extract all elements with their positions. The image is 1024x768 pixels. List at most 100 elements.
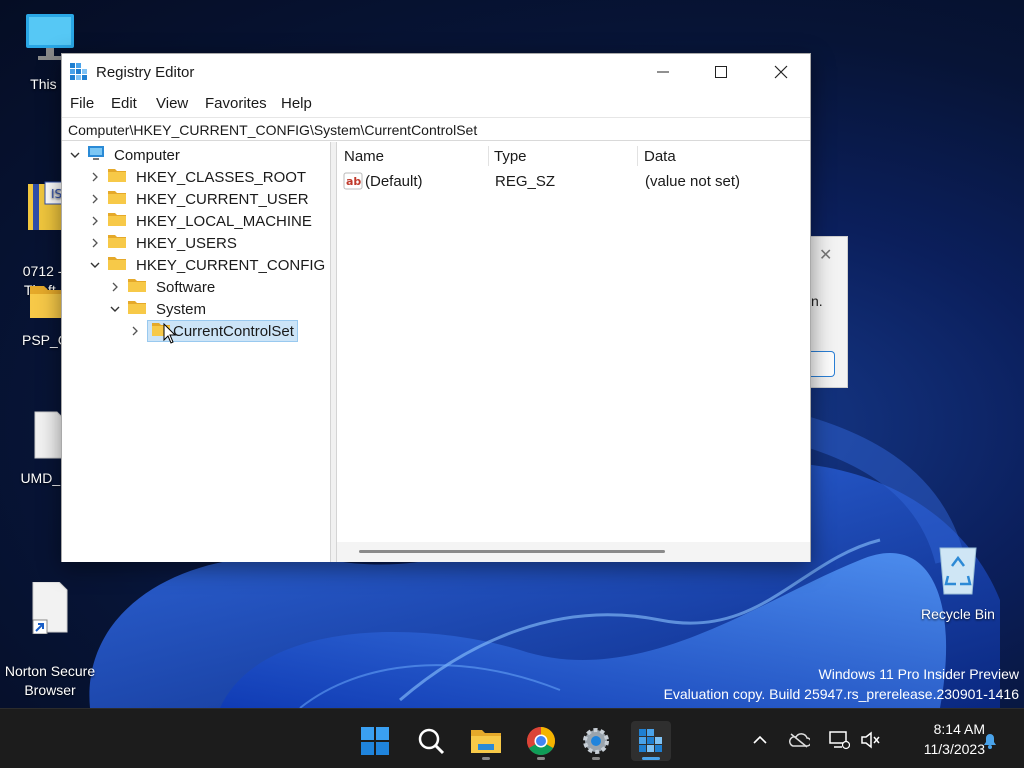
menu-edit[interactable]: Edit xyxy=(111,95,137,112)
menu-favorites[interactable]: Favorites xyxy=(205,95,267,112)
folder-icon xyxy=(107,167,127,187)
column-header-type[interactable]: Type xyxy=(494,148,527,165)
minimize-button[interactable] xyxy=(634,54,692,90)
shortcut-file-icon xyxy=(0,563,100,639)
chevron-down-icon[interactable] xyxy=(107,301,123,317)
value-row[interactable]: ab (Default) REG_SZ (value not set) xyxy=(343,170,803,192)
system-clock[interactable]: 8:14 AM 11/3/2023 xyxy=(895,719,985,759)
show-hidden-icons-button[interactable] xyxy=(749,729,771,751)
search-button[interactable] xyxy=(411,721,451,761)
column-header-name[interactable]: Name xyxy=(344,148,384,165)
column-header-data[interactable]: Data xyxy=(644,148,676,165)
desktop-icon-label: Norton Secure Browser xyxy=(4,663,96,698)
close-icon[interactable]: ✕ xyxy=(819,245,832,265)
title-bar[interactable]: Registry Editor xyxy=(62,54,810,90)
menu-bar: File Edit View Favorites Help xyxy=(62,90,810,116)
onedrive-icon xyxy=(789,733,810,748)
file-explorer-button[interactable] xyxy=(466,721,506,761)
window-title: Registry Editor xyxy=(96,64,195,81)
active-indicator xyxy=(642,757,660,760)
scrollbar-thumb[interactable] xyxy=(359,550,665,553)
settings-button[interactable] xyxy=(576,721,616,761)
desktop-icon-recycle-bin[interactable]: Recycle Bin xyxy=(908,542,1008,624)
notifications-button[interactable] xyxy=(979,729,1001,751)
registry-editor-window[interactable]: Registry Editor File Edit View Favorites… xyxy=(61,53,811,562)
value-data: (value not set) xyxy=(645,173,741,190)
folder-icon xyxy=(107,233,127,253)
tree-item-system[interactable]: System xyxy=(107,298,211,320)
running-indicator xyxy=(592,757,600,760)
registry-editor-taskbar-button[interactable] xyxy=(631,721,671,761)
chrome-icon xyxy=(527,727,555,755)
chevron-down-icon[interactable] xyxy=(67,147,83,163)
tree-item-label: HKEY_CURRENT_CONFIG xyxy=(136,256,326,274)
tree-item-label: HKEY_LOCAL_MACHINE xyxy=(136,212,312,230)
values-list-pane[interactable]: Name Type Data ab (Default) REG_SZ (valu… xyxy=(337,142,810,562)
tree-item-hkey-local-machine[interactable]: HKEY_LOCAL_MACHINE xyxy=(87,210,317,232)
watermark-line1: Windows 11 Pro Insider Preview xyxy=(818,666,1019,682)
tree-item-label: Computer xyxy=(114,146,180,164)
folder-icon xyxy=(107,255,127,275)
network-button[interactable] xyxy=(828,729,850,751)
chevron-up-icon xyxy=(753,735,767,744)
menu-help[interactable]: Help xyxy=(281,95,312,112)
dialog-text: n. xyxy=(811,293,823,309)
chevron-right-icon[interactable] xyxy=(87,213,103,229)
tree-item-currentcontrolset[interactable]: CurrentControlSet xyxy=(127,320,298,342)
registry-editor-icon xyxy=(639,729,662,752)
bell-icon xyxy=(984,734,996,749)
value-type: REG_SZ xyxy=(495,173,556,190)
registry-editor-icon xyxy=(70,63,88,86)
mouse-cursor-icon xyxy=(163,322,177,350)
start-button[interactable] xyxy=(355,721,395,761)
folder-icon xyxy=(107,211,127,231)
file-explorer-icon xyxy=(471,730,501,753)
onedrive-button[interactable] xyxy=(788,729,810,751)
chevron-right-icon[interactable] xyxy=(107,279,123,295)
chrome-button[interactable] xyxy=(521,721,561,761)
menu-view[interactable]: View xyxy=(156,95,188,112)
desktop-icon-label: Recycle Bin xyxy=(921,606,995,622)
chevron-right-icon[interactable] xyxy=(87,169,103,185)
close-icon xyxy=(774,65,788,79)
address-bar[interactable]: Computer\HKEY_CURRENT_CONFIG\System\Curr… xyxy=(62,117,810,141)
tree-item-label: HKEY_CLASSES_ROOT xyxy=(136,168,307,186)
string-value-icon: ab xyxy=(343,172,363,194)
maximize-button[interactable] xyxy=(692,54,750,90)
tree-item-hkey-users[interactable]: HKEY_USERS xyxy=(87,232,242,254)
tree-item-label: Software xyxy=(156,278,216,296)
folder-icon xyxy=(107,189,127,209)
volume-button[interactable] xyxy=(860,729,882,751)
chevron-down-icon[interactable] xyxy=(87,257,103,273)
running-indicator xyxy=(537,757,545,760)
tree-item-hkey-current-user[interactable]: HKEY_CURRENT_USER xyxy=(87,188,314,210)
value-name: (Default) xyxy=(365,173,423,190)
desktop-icon-norton[interactable]: Norton Secure Browser xyxy=(0,544,100,719)
evaluation-watermark: Windows 11 Pro Insider Preview Evaluatio… xyxy=(664,664,1019,704)
computer-icon xyxy=(87,145,105,165)
menu-file[interactable]: File xyxy=(70,95,94,112)
running-indicator xyxy=(482,757,490,760)
address-path[interactable]: Computer\HKEY_CURRENT_CONFIG\System\Curr… xyxy=(68,122,477,138)
recycle-bin-icon xyxy=(908,542,1008,601)
tree-item-software[interactable]: Software xyxy=(107,276,220,298)
horizontal-scrollbar[interactable] xyxy=(337,542,810,562)
tree-item-hkey-classes-root[interactable]: HKEY_CLASSES_ROOT xyxy=(87,166,311,188)
svg-text:ab: ab xyxy=(346,175,361,188)
chevron-right-icon[interactable] xyxy=(127,323,143,339)
column-divider[interactable] xyxy=(637,146,638,166)
network-icon xyxy=(829,731,850,750)
folder-icon xyxy=(127,299,147,319)
key-tree-pane[interactable]: Computer HKEY_CLASSES_ROOT HKEY_CURRENT_… xyxy=(62,142,331,562)
tree-item-label: System xyxy=(156,300,207,318)
tree-item-label: HKEY_USERS xyxy=(136,234,237,252)
close-button[interactable] xyxy=(752,54,810,90)
start-icon xyxy=(361,727,389,755)
chevron-right-icon[interactable] xyxy=(87,191,103,207)
tree-item-hkey-current-config[interactable]: HKEY_CURRENT_CONFIG xyxy=(87,254,330,276)
clock-time: 8:14 AM xyxy=(933,721,985,737)
column-divider[interactable] xyxy=(488,146,489,166)
tree-item-computer[interactable]: Computer xyxy=(67,144,185,166)
chevron-right-icon[interactable] xyxy=(87,235,103,251)
volume-muted-icon xyxy=(861,731,880,749)
